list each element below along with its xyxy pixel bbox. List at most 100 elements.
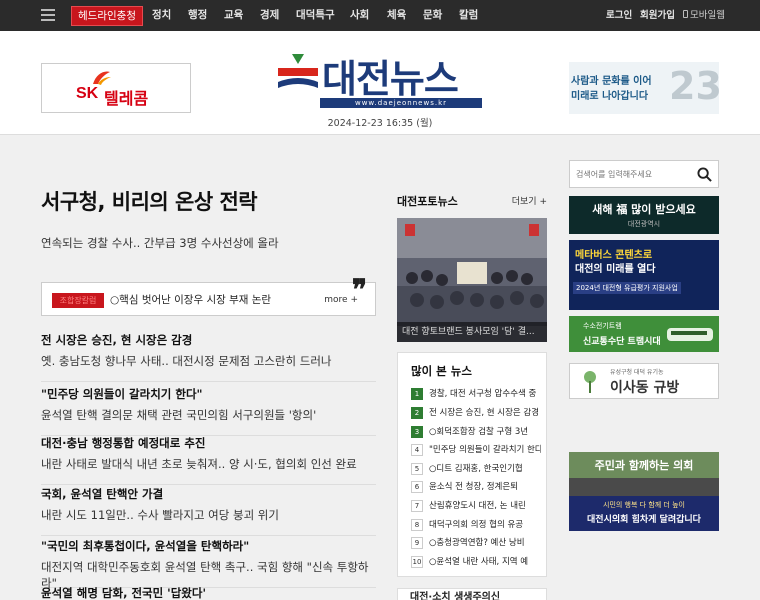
popular-news-text: ○디트 김재홍, 한국인기협 [429, 464, 523, 474]
logo-mark-icon [278, 54, 318, 88]
site-logo[interactable]: 대전뉴스 www.daejeonnews.kr [276, 48, 486, 108]
news-title[interactable]: 대전·충남 행정통합 예정대로 추진 [41, 435, 376, 451]
nav-item-sports[interactable]: 체육 [387, 0, 406, 31]
rank-badge: 4 [411, 443, 423, 456]
nav-item-education[interactable]: 교육 [224, 0, 243, 31]
popular-news-text: 대덕구의회 의정 협의 유공 [429, 520, 524, 530]
news-item[interactable]: 국회, 윤석열 탄핵안 가결 내란 시도 11일만.. 수사 빨라지고 여당 붕… [41, 486, 376, 536]
popular-news-text: "민주당 의원들이 갈라치기 한다" [429, 445, 541, 455]
rank-badge: 9 [411, 536, 423, 549]
banner-line1: 사람과 문화를 이어 [571, 76, 652, 87]
news-description: 윤석열 탄핵 결의문 채택 관련 국민의힘 서구의원들 '항의' [41, 408, 317, 422]
news-item[interactable]: 윤석열 해명 담화, 전국민 '답왔다' [41, 585, 376, 600]
side-ad-tram[interactable]: 수소전기트램 신교통수단 트램시대 [569, 316, 719, 352]
popular-news-item[interactable]: 1 경찰, 대전 서구청 압수수색 중 [411, 387, 541, 401]
nav-item-column[interactable]: 칼럼 [459, 0, 478, 31]
popular-news-item[interactable]: 8 대덕구의회 의정 협의 유공 [411, 518, 541, 532]
rank-badge: 6 [411, 480, 423, 493]
photo-news-image[interactable]: 대전 향토브랜드 봉사모임 '담' 결... [397, 218, 547, 342]
search-icon[interactable] [697, 167, 712, 182]
banner-line2: 미래로 나아갑니다 [571, 91, 649, 102]
ad-new-year-text: 새해 福 많이 받으세요 [592, 203, 696, 216]
flower-icon [584, 371, 596, 393]
news-title[interactable]: 전 시장은 승진, 현 시장은 감경 [41, 332, 376, 348]
popular-news-item[interactable]: 5 ○디트 김재홍, 한국인기협 [411, 462, 541, 476]
popular-news-text: 윤소식 전 청장, 정계은퇴 [429, 482, 519, 492]
headline-chungcheong-button[interactable]: 헤드라인충청 [71, 6, 143, 26]
sk-brand-text: SK [76, 85, 99, 102]
mobile-icon [683, 10, 688, 18]
popular-news-text: 전 시장은 승진, 현 시장은 감경 [429, 408, 540, 418]
column-more-link[interactable]: more + [324, 295, 358, 305]
menu-icon[interactable] [41, 9, 55, 21]
mobile-web-link[interactable]: 모바일웹 [683, 0, 725, 31]
ad-city-council-line1: 시민의 행복 다 함께 더 높이 [603, 501, 685, 509]
side-ad-new-year[interactable]: 새해 福 많이 받으세요 대전광역시 [569, 196, 719, 234]
side-ad-gyubang[interactable]: 유성구청 대덕 유기농 이사동 규방 [569, 363, 719, 399]
popular-news-item[interactable]: 2 전 시장은 승진, 현 시장은 감경 [411, 406, 541, 420]
popular-news-text: ○회덕조합장 검찰 구형 3년 [429, 427, 529, 437]
column-title[interactable]: ○핵심 벗어난 이장우 시장 부재 논란 [110, 292, 271, 307]
news-item[interactable]: 전 시장은 승진, 현 시장은 감경 옛. 충남도청 향나무 사태.. 대전시정… [41, 332, 376, 382]
bottom-section-header: 대전·소치 생생주의신 [397, 588, 547, 600]
rank-badge: 10 [411, 555, 423, 568]
mobile-web-label: 모바일웹 [690, 10, 725, 21]
news-item[interactable]: "국민의 최후통첩이다, 윤석열을 탄핵하라" 대전지역 대학민주동호회 윤석열… [41, 538, 376, 590]
popular-news-item[interactable]: 7 산림휴양도시 대전, 논 내린 [411, 499, 541, 513]
nav-item-culture[interactable]: 문화 [423, 0, 442, 31]
popular-news-text: ○윤석열 내란 사태, 지역 예 [429, 557, 529, 567]
login-link[interactable]: 로그인 [606, 0, 632, 31]
search-input[interactable] [571, 162, 691, 186]
column-tag: 조합장칼럼 [52, 293, 104, 308]
ad-gyubang-text: 이사동 규방 [610, 380, 680, 396]
sk-butterfly-icon [93, 71, 111, 85]
column-quote-box[interactable]: 조합장칼럼 ○핵심 벗어난 이장우 시장 부재 논란 ❞ more + [41, 273, 376, 316]
sk-product-text: 텔레콤 [104, 89, 149, 108]
photo-news-section: 대전포토뉴스 더보기 + 대전 향토브랜드 봉사모임 '담' 결... [397, 193, 547, 342]
popular-news-item[interactable]: 9 ○충청광역연합? 예산 낭비 [411, 536, 541, 550]
rank-badge: 3 [411, 425, 423, 438]
news-title[interactable]: 국회, 윤석열 탄핵안 가결 [41, 486, 376, 502]
side-ad-city-council[interactable]: 시민의 행복 다 함께 더 높이 대전시의회 힘차게 달려갑니다 [569, 496, 719, 531]
news-title[interactable]: 윤석열 해명 담화, 전국민 '답왔다' [41, 585, 376, 600]
popular-news-item[interactable]: 4 "민주당 의원들이 갈라치기 한다" [411, 443, 541, 457]
rank-badge: 8 [411, 518, 423, 531]
popular-news-item[interactable]: 6 윤소식 전 청장, 정계은퇴 [411, 480, 541, 494]
logo-url: www.daejeonnews.kr [320, 98, 482, 108]
banner-23-anniversary[interactable]: 사람과 문화를 이어 미래로 나아갑니다 23 [569, 62, 719, 114]
ad-council-text: 주민과 함께하는 의회 [594, 459, 694, 472]
ad-metaverse-line1: 메타버스 콘텐츠로 [575, 250, 653, 261]
ad-metaverse-line2: 대전의 미래를 열다 [575, 264, 656, 275]
nav-item-economy[interactable]: 경제 [260, 0, 279, 31]
nav-item-daedeok[interactable]: 대덕특구 [296, 0, 335, 31]
side-ad-council[interactable]: 주민과 함께하는 의회 [569, 452, 719, 498]
popular-news-item[interactable]: 3 ○회덕조합장 검찰 구형 3년 [411, 425, 541, 439]
nav-item-politics[interactable]: 정치 [152, 0, 171, 31]
ad-tram-line1: 수소전기트램 [583, 322, 622, 330]
news-item[interactable]: "민주당 의원들이 갈라치기 한다" 윤석열 탄핵 결의문 채택 관련 국민의힘… [41, 386, 376, 436]
popular-news-item[interactable]: 10 ○윤석열 내란 사태, 지역 예 [411, 555, 541, 569]
top-headline[interactable]: 서구청, 비리의 온상 전락 [41, 186, 376, 216]
popular-news-text: ○충청광역연합? 예산 낭비 [429, 538, 525, 548]
news-description: 옛. 충남도청 향나무 사태.. 대전시정 문제점 고스란히 드러나 [41, 354, 332, 368]
nav-item-administration[interactable]: 행정 [188, 0, 207, 31]
main-news-column: 서구청, 비리의 온상 전락 연속되는 경찰 수사.. 간부급 3명 수사선상에… [41, 186, 376, 600]
side-ad-metaverse[interactable]: 메타버스 콘텐츠로 대전의 미래를 열다 2024년 대전형 유급평가 지원사업 [569, 240, 719, 310]
top-headline-subtitle[interactable]: 연속되는 경찰 수사.. 간부급 3명 수사선상에 올라 [41, 235, 376, 251]
news-title[interactable]: "국민의 최후통첩이다, 윤석열을 탄핵하라" [41, 538, 376, 554]
popular-news-text: 경찰, 대전 서구청 압수수색 중 [429, 389, 537, 399]
news-description: 내란 시도 11일만.. 수사 빨라지고 여당 붕괴 위기 [41, 508, 279, 522]
rank-badge: 7 [411, 499, 423, 512]
ad-gyubang-small: 유성구청 대덕 유기농 [610, 369, 664, 376]
news-item[interactable]: 대전·충남 행정통합 예정대로 추진 내란 사태로 발대식 내년 초로 늦춰져.… [41, 435, 376, 485]
signup-link[interactable]: 회원가입 [640, 0, 675, 31]
ad-tram-line2: 신교통수단 트램시대 [583, 337, 661, 347]
ad-metaverse-badge: 2024년 대전형 유급평가 지원사업 [573, 282, 681, 294]
news-title[interactable]: "민주당 의원들이 갈라치기 한다" [41, 386, 376, 402]
sk-telecom-ad[interactable]: SK 텔레콤 [41, 63, 191, 113]
rank-badge: 2 [411, 406, 423, 419]
nav-item-society[interactable]: 사회 [350, 0, 369, 31]
photo-news-more-link[interactable]: 더보기 + [512, 194, 547, 207]
search-box [569, 160, 719, 188]
photo-news-caption[interactable]: 대전 향토브랜드 봉사모임 '담' 결... [397, 322, 547, 342]
